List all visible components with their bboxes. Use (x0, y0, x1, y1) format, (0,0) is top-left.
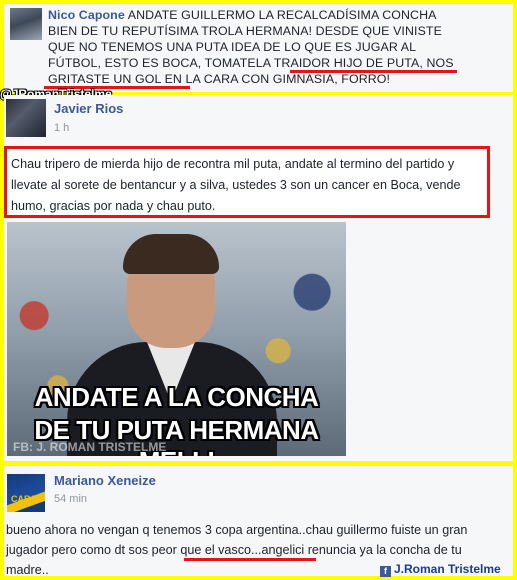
highlighted-text: LA CARA CON GIMNASIA (185, 72, 335, 86)
avatar-text: CABJ (11, 494, 36, 504)
post-mariano-xeneize: CABJ Mariano Xeneize 54 min bueno ahora … (4, 466, 513, 576)
meme-caption-top: ANDATE A LA CONCHA (34, 382, 319, 412)
avatar[interactable] (10, 8, 42, 40)
author-name[interactable]: Nico Capone (48, 8, 125, 22)
post-text: Nico Capone ANDATE GUILLERMO LA RECALCAD… (48, 8, 454, 86)
post-timestamp[interactable]: 54 min (54, 493, 87, 505)
author-name[interactable]: Mariano Xeneize (54, 473, 156, 488)
meme-image[interactable]: ANDATE A LA CONCHA DE TU PUTA HERMANA ME… (7, 222, 346, 456)
avatar[interactable] (6, 99, 46, 137)
red-underline (184, 558, 316, 561)
author-name[interactable]: Javier Rios (54, 101, 123, 116)
highlighted-comment-box: Chau tripero de mierda hijo de recontra … (4, 146, 490, 218)
highlighted-text: sos peor que el vasco (128, 543, 252, 557)
avatar[interactable]: CABJ (7, 474, 45, 512)
facebook-icon: f (380, 566, 391, 577)
red-underline (290, 70, 457, 73)
meme-figure-hair (123, 234, 219, 274)
post-text: Chau tripero de mierda hijo de recontra … (11, 157, 461, 213)
post-timestamp[interactable]: 1 h (54, 122, 69, 134)
post-nico-capone: Nico Capone ANDATE GUILLERMO LA RECALCAD… (4, 4, 513, 92)
meme-watermark: FB: J. ROMAN TRISTELME (13, 440, 167, 454)
watermark-brand: f J.Roman Tristelme (380, 562, 501, 577)
